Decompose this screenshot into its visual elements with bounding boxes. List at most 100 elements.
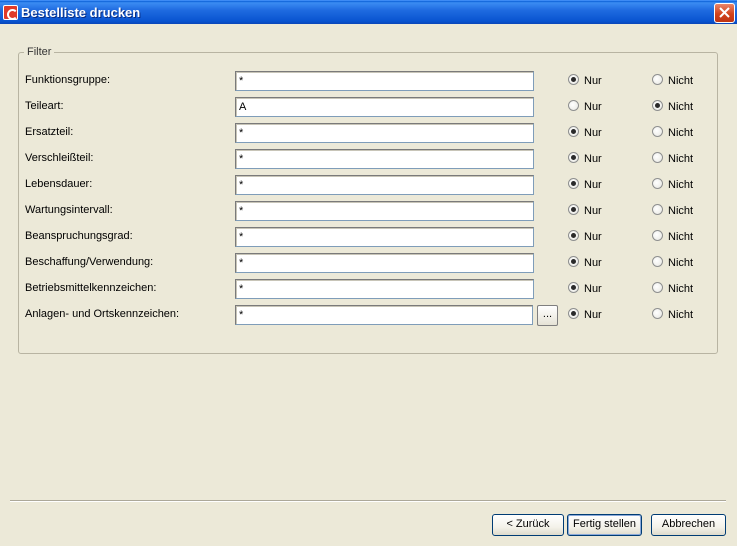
radio-button-icon[interactable] [652, 178, 663, 189]
title-bar: Bestelliste drucken [0, 0, 737, 24]
filter-row-label: Teileart: [25, 100, 64, 112]
filter-row: Funktionsgruppe: * Nur Nicht [0, 71, 737, 93]
radio-button-icon[interactable] [652, 100, 663, 111]
radio-nicht-label: Nicht [668, 309, 694, 321]
radio-nicht-option[interactable]: Nicht [652, 100, 693, 113]
radio-button-icon[interactable] [568, 256, 579, 267]
radio-nicht-label: Nicht [668, 153, 694, 165]
finish-button[interactable]: Fertig stellen [567, 514, 642, 536]
filter-value-input[interactable]: A [235, 97, 534, 117]
radio-nicht-option[interactable]: Nicht [652, 204, 693, 217]
radio-nicht-option[interactable]: Nicht [652, 308, 693, 321]
radio-nur-option[interactable]: Nur [568, 230, 602, 243]
filter-row-label: Betriebsmittelkennzeichen: [25, 282, 157, 294]
filter-value-input[interactable]: * [235, 305, 533, 325]
window-title: Bestelliste drucken [21, 5, 141, 20]
filter-value-input[interactable]: * [235, 201, 534, 221]
filter-value-input[interactable]: * [235, 227, 534, 247]
radio-nur-label: Nur [584, 179, 602, 191]
filter-value-input[interactable]: * [235, 279, 534, 299]
app-icon [3, 5, 18, 20]
radio-nur-option[interactable]: Nur [568, 178, 602, 191]
radio-button-icon[interactable] [568, 282, 579, 293]
footer-separator [10, 500, 726, 502]
back-button[interactable]: < Zurück [492, 514, 564, 536]
radio-nicht-label: Nicht [668, 231, 694, 243]
radio-nur-label: Nur [584, 231, 602, 243]
filter-row: Verschleißteil: * Nur Nicht [0, 149, 737, 171]
radio-nicht-option[interactable]: Nicht [652, 126, 693, 139]
radio-nur-label: Nur [584, 205, 602, 217]
radio-nicht-option[interactable]: Nicht [652, 256, 693, 269]
radio-nur-option[interactable]: Nur [568, 126, 602, 139]
radio-nur-label: Nur [584, 309, 602, 321]
browse-button[interactable]: ... [537, 305, 558, 326]
radio-nur-label: Nur [584, 153, 602, 165]
filter-row-label: Lebensdauer: [25, 178, 93, 190]
filter-row-label: Anlagen- und Ortskennzeichen: [25, 308, 180, 320]
filter-value-input[interactable]: * [235, 123, 534, 143]
filter-value-input[interactable]: * [235, 149, 534, 169]
radio-nicht-label: Nicht [668, 283, 694, 295]
close-button[interactable] [714, 3, 735, 23]
filter-row: Beschaffung/Verwendung: * Nur Nicht [0, 253, 737, 275]
radio-nicht-option[interactable]: Nicht [652, 282, 693, 295]
radio-button-icon[interactable] [652, 126, 663, 137]
radio-button-icon[interactable] [568, 308, 579, 319]
radio-nur-option[interactable]: Nur [568, 74, 602, 87]
radio-nur-label: Nur [584, 257, 602, 269]
filter-row-label: Ersatzteil: [25, 126, 74, 138]
radio-button-icon[interactable] [568, 230, 579, 241]
radio-nur-label: Nur [584, 283, 602, 295]
radio-button-icon[interactable] [568, 178, 579, 189]
radio-nur-option[interactable]: Nur [568, 100, 602, 113]
radio-button-icon[interactable] [652, 204, 663, 215]
radio-button-icon[interactable] [568, 126, 579, 137]
radio-button-icon[interactable] [652, 230, 663, 241]
radio-nur-label: Nur [584, 101, 602, 113]
filter-row: Teileart: A Nur Nicht [0, 97, 737, 119]
radio-nur-label: Nur [584, 127, 602, 139]
filter-row: Wartungsintervall: * Nur Nicht [0, 201, 737, 223]
radio-button-icon[interactable] [652, 74, 663, 85]
cancel-button[interactable]: Abbrechen [651, 514, 726, 536]
radio-nur-label: Nur [584, 75, 602, 87]
filter-row-label: Beanspruchungsgrad: [25, 230, 133, 242]
radio-button-icon[interactable] [568, 152, 579, 163]
radio-button-icon[interactable] [568, 204, 579, 215]
radio-nur-option[interactable]: Nur [568, 256, 602, 269]
radio-button-icon[interactable] [652, 308, 663, 319]
radio-nur-option[interactable]: Nur [568, 204, 602, 217]
radio-nicht-option[interactable]: Nicht [652, 152, 693, 165]
filter-row-label: Verschleißteil: [25, 152, 94, 164]
radio-nicht-option[interactable]: Nicht [652, 74, 693, 87]
radio-button-icon[interactable] [568, 100, 579, 111]
radio-nicht-label: Nicht [668, 101, 694, 113]
filter-legend: Filter [24, 46, 55, 58]
radio-nicht-label: Nicht [668, 127, 694, 139]
radio-nur-option[interactable]: Nur [568, 282, 602, 295]
radio-nicht-label: Nicht [668, 205, 694, 217]
filter-row-label: Funktionsgruppe: [25, 74, 110, 86]
radio-nicht-option[interactable]: Nicht [652, 230, 693, 243]
radio-nicht-label: Nicht [668, 179, 694, 191]
filter-value-input[interactable]: * [235, 175, 534, 195]
radio-button-icon[interactable] [652, 256, 663, 267]
radio-button-icon[interactable] [568, 74, 579, 85]
radio-button-icon[interactable] [652, 152, 663, 163]
filter-value-input[interactable]: * [235, 253, 534, 273]
filter-row: Beanspruchungsgrad: * Nur Nicht [0, 227, 737, 249]
radio-nur-option[interactable]: Nur [568, 152, 602, 165]
radio-nicht-option[interactable]: Nicht [652, 178, 693, 191]
filter-value-input[interactable]: * [235, 71, 534, 91]
radio-nicht-label: Nicht [668, 75, 694, 87]
radio-button-icon[interactable] [652, 282, 663, 293]
filter-row: Betriebsmittelkennzeichen: * Nur Nicht [0, 279, 737, 301]
close-icon [719, 7, 730, 18]
radio-nicht-label: Nicht [668, 257, 694, 269]
filter-row-label: Wartungsintervall: [25, 204, 113, 216]
filter-row: Ersatzteil: * Nur Nicht [0, 123, 737, 145]
filter-row: Lebensdauer: * Nur Nicht [0, 175, 737, 197]
radio-nur-option[interactable]: Nur [568, 308, 602, 321]
filter-row: Anlagen- und Ortskennzeichen: *... Nur Nich… [0, 305, 737, 327]
